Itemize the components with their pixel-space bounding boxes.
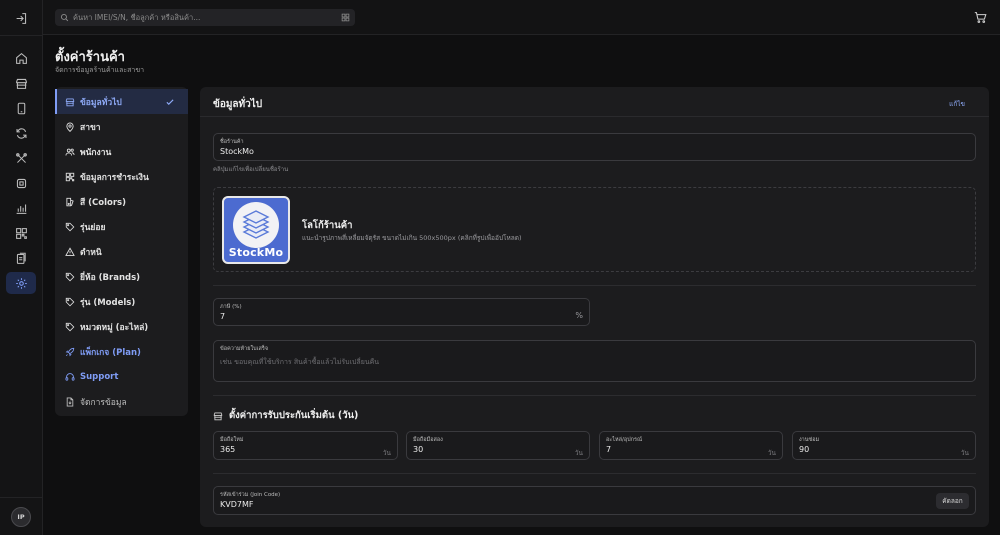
headset-icon — [65, 372, 75, 381]
warranty-section-title: ตั้งค่าการรับประกันเริ่มต้น (วัน) — [213, 408, 358, 423]
nav-item-part-categories[interactable]: หมวดหมู่ (อะไหล่) — [55, 314, 188, 339]
divider — [213, 285, 976, 286]
nav-item-branches[interactable]: สาขา — [55, 114, 188, 139]
tag-icon — [65, 222, 75, 231]
palette-icon — [66, 197, 74, 206]
settings-nav: ข้อมูลทั่วไป สาขา พนักงาน ข้อมูลการชำระเ… — [55, 87, 188, 416]
divider — [213, 473, 976, 474]
topbar — [43, 0, 1000, 35]
join-code-field: รหัสเข้าร่วม (Join Code) KVD7MF คัดลอก — [213, 486, 976, 515]
nav-item-defects[interactable]: ตำหนิ — [55, 239, 188, 264]
check-icon — [166, 99, 174, 105]
qrcode-icon — [65, 172, 75, 181]
shop-name-hint: คลิปุ่มแก้ไขเพื่อเปลี่ยนชื่อร้าน — [213, 166, 289, 173]
location-pin-icon — [66, 122, 74, 132]
card-title: ข้อมูลทั่วไป — [213, 99, 263, 110]
nav-item-brands[interactable]: ยี่ห้อ (Brands) — [55, 264, 188, 289]
nav-item-support[interactable]: Support — [55, 364, 188, 389]
nav-item-label: รุ่นย่อย — [80, 222, 106, 233]
search-input[interactable] — [73, 13, 341, 22]
card-header: ข้อมูลทั่วไป แก้ไข — [200, 87, 989, 117]
nav-item-label: หมวดหมู่ (อะไหล่) — [80, 322, 149, 333]
icon-rail: IP — [0, 0, 43, 535]
shop-name-value: StockMo — [220, 147, 254, 156]
chip-icon[interactable] — [10, 172, 32, 194]
home-icon[interactable] — [10, 47, 32, 69]
nav-item-label: สาขา — [80, 122, 101, 133]
qrcode-icon[interactable] — [10, 222, 32, 244]
tax-unit: % — [575, 311, 583, 320]
nav-item-label: แพ็กเกจ (Plan) — [80, 347, 141, 358]
warranty-repair-field[interactable]: งานซ่อม 90 วัน — [792, 431, 976, 460]
shop-logo[interactable]: StockMo — [222, 196, 290, 264]
nav-item-submodels[interactable]: รุ่นย่อย — [55, 214, 188, 239]
warranty-used-phone-field[interactable]: มือถือมือสอง 30 วัน — [406, 431, 590, 460]
bar-chart-icon[interactable] — [10, 197, 32, 219]
refresh-icon[interactable] — [10, 122, 32, 144]
nav-item-models[interactable]: รุ่น (Models) — [55, 289, 188, 314]
cart-icon[interactable] — [974, 11, 987, 24]
tools-icon[interactable] — [10, 147, 32, 169]
layers-logo-icon — [242, 210, 270, 239]
warranty-parts-field[interactable]: อะไหล่/อุปกรณ์ 7 วัน — [599, 431, 783, 460]
receipt-footer-label: ข้อความท้ายใบเสร็จ — [220, 346, 269, 352]
nav-item-plan[interactable]: แพ็กเกจ (Plan) — [55, 339, 188, 364]
shop-name-field[interactable]: ชื่อร้านค้า StockMo — [213, 133, 976, 161]
nav-item-label: รุ่น (Models) — [80, 297, 136, 308]
tag-icon — [65, 322, 75, 331]
store-icon — [213, 411, 223, 420]
warranty-new-phone-field[interactable]: มือถือใหม่ 365 วัน — [213, 431, 398, 460]
receipt-footer-placeholder: เช่น ขอบคุณที่ใช้บริการ สินค้าซื้อแล้วไม… — [220, 358, 380, 366]
documents-icon[interactable] — [10, 247, 32, 269]
rocket-icon — [65, 347, 75, 356]
warning-icon — [65, 246, 75, 256]
store-icon — [65, 97, 75, 106]
nav-item-label: ข้อมูลทั่วไป — [80, 97, 122, 108]
tag-icon — [65, 272, 75, 281]
qrcode-scan-icon[interactable] — [341, 13, 350, 22]
store-icon[interactable] — [10, 72, 32, 94]
join-code-label: รหัสเข้าร่วม (Join Code) — [220, 492, 281, 498]
logo-title: โลโก้ร้านค้า — [302, 220, 353, 231]
logo-description: แนะนำรูปภาพสี่เหลี่ยมจัตุรัส ขนาดไม่เกิน… — [302, 234, 522, 242]
nav-item-label: ยี่ห้อ (Brands) — [80, 272, 141, 283]
nav-item-colors[interactable]: สี (Colors) — [55, 189, 188, 214]
logo-upload-area[interactable]: StockMo โลโก้ร้านค้า แนะนำรูปภาพสี่เหลี่… — [213, 187, 976, 272]
tag-icon — [65, 297, 75, 306]
tax-label: ภาษี (%) — [220, 304, 242, 310]
tax-value: 7 — [220, 312, 226, 321]
tax-field[interactable]: ภาษี (%) 7 % — [213, 298, 590, 326]
search-icon — [60, 13, 69, 22]
phone-icon[interactable] — [10, 97, 32, 119]
logo-brand-text: StockMo — [228, 246, 284, 259]
divider — [213, 395, 976, 396]
join-code-value: KVD7MF — [220, 500, 254, 509]
nav-item-label: พนักงาน — [80, 147, 112, 158]
nav-item-label: ตำหนิ — [80, 247, 102, 258]
nav-item-label: ข้อมูลการชำระเงิน — [80, 172, 149, 183]
settings-icon[interactable] — [6, 272, 36, 294]
nav-item-employees[interactable]: พนักงาน — [55, 139, 188, 164]
copy-button[interactable]: คัดลอก — [936, 493, 969, 509]
search-bar[interactable] — [55, 9, 355, 26]
receipt-footer-textarea[interactable]: ข้อความท้ายใบเสร็จ เช่น ขอบคุณที่ใช้บริก… — [213, 340, 976, 382]
file-icon — [66, 397, 74, 406]
nav-item-payment[interactable]: ข้อมูลการชำระเงิน — [55, 164, 188, 189]
nav-item-label: จัดการข้อมูล — [80, 397, 127, 408]
login-icon[interactable] — [10, 7, 32, 29]
nav-item-label: Support — [80, 371, 119, 382]
nav-item-data-management[interactable]: จัดการข้อมูล — [55, 389, 188, 414]
nav-item-label: สี (Colors) — [80, 197, 126, 208]
nav-item-general[interactable]: ข้อมูลทั่วไป — [55, 89, 188, 114]
page-title: ตั้งค่าร้านค้า — [55, 50, 125, 65]
users-icon — [65, 148, 75, 155]
edit-button[interactable]: แก้ไข — [949, 99, 965, 109]
page-subtitle: จัดการข้อมูลร้านค้าและสาขา — [55, 66, 145, 74]
shop-name-label: ชื่อร้านค้า — [220, 139, 244, 145]
avatar[interactable]: IP — [11, 507, 31, 527]
